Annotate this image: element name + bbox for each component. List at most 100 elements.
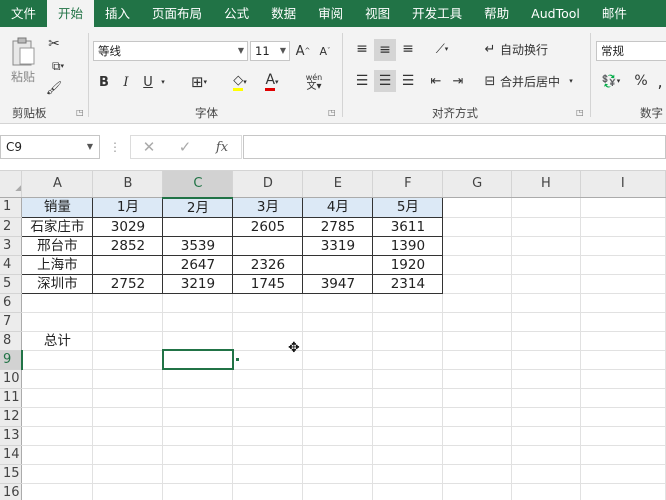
cell-C14[interactable]	[162, 445, 234, 465]
cell-A8[interactable]: 总计	[21, 331, 94, 351]
cell-I5[interactable]	[580, 274, 666, 294]
select-all-corner[interactable]: ◢	[0, 171, 23, 198]
cell-G8[interactable]	[442, 331, 513, 351]
cell-F2[interactable]: 3611	[372, 216, 444, 237]
column-header-E[interactable]: E	[302, 171, 374, 198]
row-header-6[interactable]: 6	[0, 293, 23, 313]
cell-E5[interactable]: 3947	[302, 273, 374, 294]
cell-E11[interactable]	[302, 388, 374, 408]
cell-G5[interactable]	[442, 274, 513, 294]
cell-B13[interactable]	[92, 426, 164, 446]
cell-E16[interactable]	[302, 483, 374, 500]
copy-icon[interactable]: ⧉ ▾	[44, 57, 72, 75]
row-header-16[interactable]: 16	[0, 483, 23, 500]
align-right-icon[interactable]: ☰	[398, 71, 418, 91]
cell-H14[interactable]	[511, 445, 581, 465]
cell-G2[interactable]	[442, 217, 513, 237]
name-box[interactable]: C9 ▼	[0, 135, 100, 159]
merge-center-icon[interactable]: ⊟	[482, 72, 498, 90]
cell-F16[interactable]	[372, 483, 444, 500]
cell-C16[interactable]	[162, 483, 234, 500]
cell-G4[interactable]	[442, 255, 513, 275]
cell-I11[interactable]	[580, 388, 666, 408]
row-header-14[interactable]: 14	[0, 445, 23, 465]
cell-A5[interactable]: 深圳市	[21, 273, 94, 294]
tab-4[interactable]: 公式	[213, 0, 260, 27]
cell-E2[interactable]: 2785	[302, 216, 374, 237]
cell-A9[interactable]	[21, 350, 94, 370]
cell-F3[interactable]: 1390	[372, 235, 444, 256]
cell-C9[interactable]	[161, 349, 234, 370]
cell-A11[interactable]	[21, 388, 94, 408]
cancel-icon[interactable]: ✕	[139, 138, 159, 156]
column-header-C[interactable]: C	[162, 171, 234, 199]
cell-A1[interactable]: 销量	[21, 197, 94, 218]
align-top-icon[interactable]: ≡	[352, 39, 372, 59]
cell-D11[interactable]	[232, 388, 304, 408]
orientation-icon[interactable]: ⟋ ▾	[428, 39, 456, 59]
cell-H15[interactable]	[511, 464, 581, 484]
cell-E14[interactable]	[302, 445, 374, 465]
formula-bar-handle-icon[interactable]: ⋮	[109, 138, 121, 156]
phonetic-icon[interactable]: wén 文▾	[300, 71, 328, 93]
cell-D15[interactable]	[232, 464, 304, 484]
cell-D5[interactable]: 1745	[232, 273, 304, 294]
tab-5[interactable]: 数据	[260, 0, 307, 27]
insert-function-icon[interactable]: fx	[211, 138, 233, 156]
column-header-I[interactable]: I	[580, 171, 666, 198]
cell-B8[interactable]	[92, 331, 164, 351]
fill-color-icon[interactable]: ◇ ▾	[226, 72, 254, 92]
cell-B12[interactable]	[92, 407, 164, 427]
cell-H1[interactable]	[511, 197, 581, 218]
cut-icon[interactable]: ✂	[44, 35, 64, 53]
font-size-combo[interactable]: 11 ▼	[250, 41, 290, 61]
cell-C10[interactable]	[162, 369, 234, 389]
merge-dropdown-icon[interactable]: ▾	[566, 72, 576, 90]
paste-icon[interactable]	[8, 35, 38, 69]
cell-A6[interactable]	[21, 293, 94, 313]
cell-D4[interactable]: 2326	[232, 254, 304, 275]
cell-D2[interactable]: 2605	[232, 216, 304, 237]
cell-E1[interactable]: 4月	[302, 197, 374, 218]
cell-H2[interactable]	[511, 217, 581, 237]
tab-2[interactable]: 插入	[94, 0, 141, 27]
cell-F7[interactable]	[372, 312, 444, 332]
cell-G14[interactable]	[442, 445, 513, 465]
cell-C15[interactable]	[162, 464, 234, 484]
tab-1[interactable]: 开始	[47, 0, 95, 27]
cell-I9[interactable]	[580, 350, 666, 370]
cell-F5[interactable]: 2314	[372, 273, 444, 294]
cell-G3[interactable]	[442, 236, 513, 256]
cell-I13[interactable]	[580, 426, 666, 446]
cell-I6[interactable]	[580, 293, 666, 313]
cell-H5[interactable]	[511, 274, 581, 294]
cell-I7[interactable]	[580, 312, 666, 332]
cell-B3[interactable]: 2852	[92, 235, 164, 256]
cell-E9[interactable]	[302, 350, 374, 370]
cell-G7[interactable]	[442, 312, 513, 332]
row-header-2[interactable]: 2	[0, 217, 23, 237]
cell-B6[interactable]	[92, 293, 164, 313]
cell-G10[interactable]	[442, 369, 513, 389]
cell-B1[interactable]: 1月	[92, 197, 164, 218]
cell-E4[interactable]	[302, 254, 374, 275]
cell-C4[interactable]: 2647	[162, 254, 234, 275]
cell-H6[interactable]	[511, 293, 581, 313]
cell-B11[interactable]	[92, 388, 164, 408]
cell-I12[interactable]	[580, 407, 666, 427]
cell-I4[interactable]	[580, 255, 666, 275]
cell-E12[interactable]	[302, 407, 374, 427]
cell-A4[interactable]: 上海市	[21, 254, 94, 275]
cell-D12[interactable]	[232, 407, 304, 427]
tab-10[interactable]: AudTool	[520, 0, 591, 27]
row-header-8[interactable]: 8	[0, 331, 23, 351]
column-header-F[interactable]: F	[372, 171, 444, 198]
cell-A10[interactable]	[21, 369, 94, 389]
cell-F1[interactable]: 5月	[372, 197, 444, 218]
align-center-icon[interactable]: ☰	[374, 70, 396, 92]
cell-B4[interactable]	[92, 254, 164, 275]
cell-C3[interactable]: 3539	[162, 235, 234, 256]
format-painter-icon[interactable]: 🖌	[44, 79, 64, 97]
cell-G16[interactable]	[442, 483, 513, 500]
italic-button[interactable]: I	[118, 72, 134, 92]
